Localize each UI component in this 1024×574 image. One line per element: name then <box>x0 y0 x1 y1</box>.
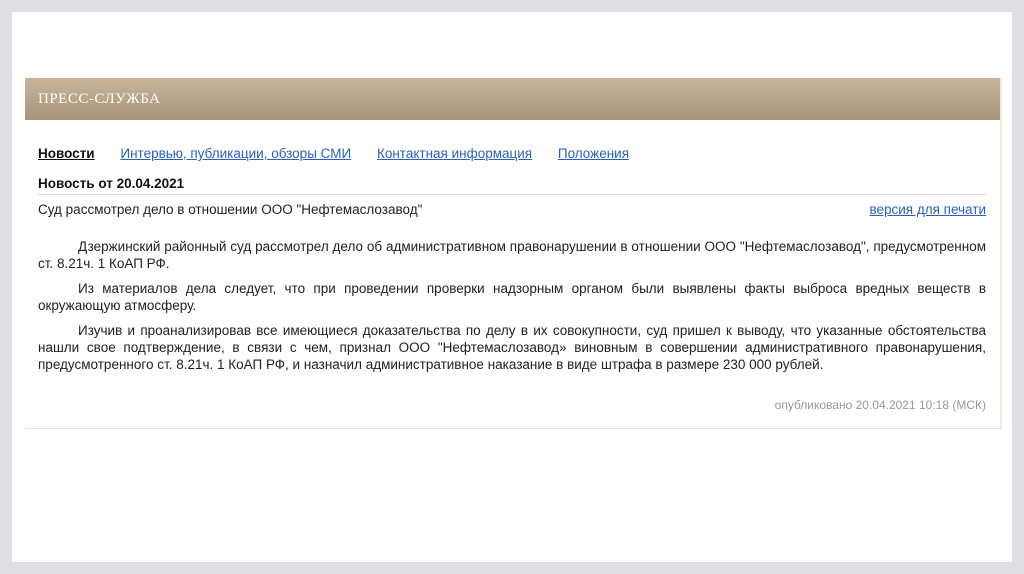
news-paragraph: Изучив и проанализировав все имеющиеся д… <box>38 323 986 372</box>
nav-interviews[interactable]: Интервью, публикации, обзоры СМИ <box>120 146 351 161</box>
news-paragraph: Из материалов дела следует, что при пров… <box>38 281 986 313</box>
divider <box>38 194 987 195</box>
slide: ПРЕСС-СЛУЖБА Новости Интервью, публикаци… <box>12 12 1012 562</box>
press-service-panel: ПРЕСС-СЛУЖБА Новости Интервью, публикаци… <box>25 78 1002 429</box>
nav-contacts[interactable]: Контактная информация <box>377 146 532 161</box>
nav-news[interactable]: Новости <box>38 146 95 161</box>
panel-header: ПРЕСС-СЛУЖБА <box>25 78 1000 120</box>
news-date-heading: Новость от 20.04.2021 <box>38 176 185 191</box>
news-title: Суд рассмотрел дело в отношении ООО "Неф… <box>38 202 423 217</box>
news-paragraph: Дзержинский районный суд рассмотрел дело… <box>38 239 986 271</box>
nav-regulations[interactable]: Положения <box>558 146 629 161</box>
published-timestamp: опубликовано 20.04.2021 10:18 (МСК) <box>774 398 986 412</box>
section-nav: Новости Интервью, публикации, обзоры СМИ… <box>38 146 651 161</box>
news-body: Дзержинский районный суд рассмотрел дело… <box>38 238 986 381</box>
print-version-link[interactable]: версия для печати <box>869 202 986 217</box>
